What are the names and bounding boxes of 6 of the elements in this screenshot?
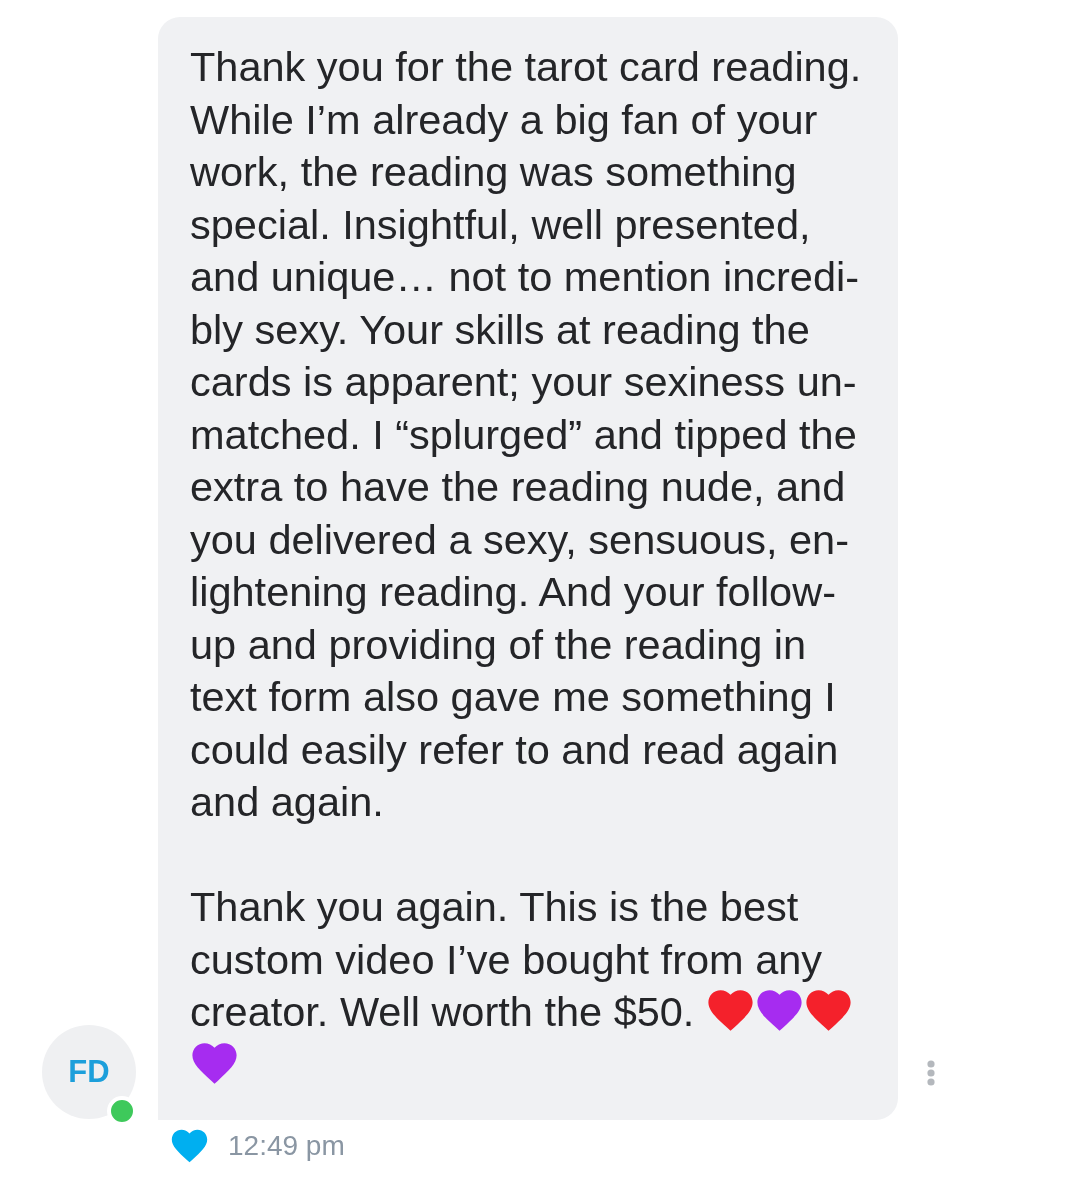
like-heart-icon[interactable] <box>170 1128 209 1164</box>
message-text: Thank you for the tarot card reading. While I’m already a big fan of your work, the reading was something special. Insightful, well presented, and unique… not to mention incredi- bly sexy. Your skills at reading the cards is apparent; your sexiness un- matched. I “splurged” and tipped the extra to have the reading nude, and you delivered a sexy, sensuous, en- lightening reading. And your follow- up and providing of the reading in text form also gave me something I could easily refer to and read again and again. <box>190 43 862 825</box>
timestamp: 12:49 pm <box>228 1129 345 1163</box>
more-options-icon[interactable] <box>927 1060 935 1086</box>
message-text: Thank you again. This is the best custom video I’ve bought from any creator. Well worth the $50. <box>190 883 823 1035</box>
avatar-initials: FD <box>68 1054 110 1090</box>
